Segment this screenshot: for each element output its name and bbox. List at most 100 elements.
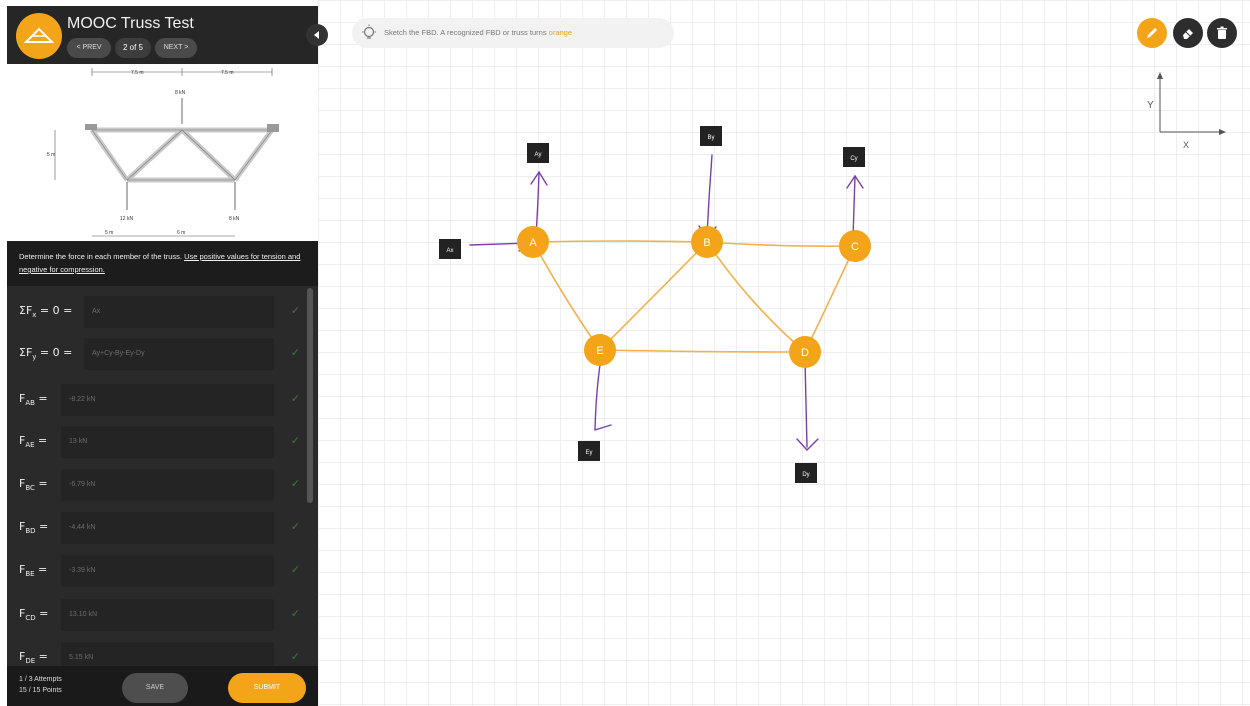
check-icon: ✓ bbox=[290, 478, 300, 490]
answer-field[interactable]: 13 kN bbox=[61, 426, 274, 458]
equation-label-suffix: = 0 = bbox=[36, 304, 73, 317]
points-count: 15 / 15 Points bbox=[19, 687, 62, 694]
sidebar-header: MOOC Truss Test < PREV 2 of 5 NEXT > bbox=[7, 6, 318, 64]
equation-list: ΣFx = 0 = Ax ✓ ΣFy = 0 = Ay+Cy-By-Ey-Dy ✓ FA… bbox=[7, 286, 318, 674]
node-b[interactable]: B bbox=[691, 226, 723, 258]
equation-label-subscript: DE bbox=[25, 657, 36, 666]
dim-label: 5 m bbox=[47, 152, 55, 158]
collapse-sidebar-button[interactable] bbox=[306, 24, 328, 46]
sidebar: MOOC Truss Test < PREV 2 of 5 NEXT > 7.5… bbox=[7, 6, 318, 706]
instructions-text: Determine the force in each member of th… bbox=[19, 252, 185, 261]
force-label-cy[interactable]: Cy bbox=[843, 147, 865, 167]
equation-label: ΣFy = 0 = bbox=[19, 346, 72, 361]
equation-row: FBE = -3.39 kN ✓ bbox=[14, 553, 314, 589]
check-icon: ✓ bbox=[290, 347, 300, 359]
equation-label-subscript: BC bbox=[25, 484, 35, 493]
equation-row: ΣFx = 0 = Ax ✓ bbox=[14, 294, 314, 330]
equation-label-suffix: = bbox=[35, 650, 48, 663]
collapse-chevron-icon bbox=[314, 31, 319, 39]
equation-label: FCD = bbox=[19, 607, 48, 622]
force-label-dy[interactable]: Dy bbox=[795, 463, 817, 483]
equation-label-suffix: = 0 = bbox=[36, 346, 73, 359]
node-a[interactable]: A bbox=[517, 226, 549, 258]
node-e[interactable]: E bbox=[584, 334, 616, 366]
trash-tool-button[interactable] bbox=[1207, 18, 1237, 48]
trash-icon bbox=[1217, 26, 1227, 39]
check-icon: ✓ bbox=[290, 435, 300, 447]
node-d[interactable]: D bbox=[789, 336, 821, 368]
node-label: D bbox=[801, 347, 809, 359]
answer-field[interactable]: -6.79 kN bbox=[61, 469, 274, 501]
sidebar-footer: 1 / 3 Attempts 15 / 15 Points SAVE SUBMI… bbox=[7, 666, 318, 706]
equation-label: FBC = bbox=[19, 477, 48, 492]
force-label-text: Ay bbox=[535, 152, 542, 158]
attempts-count: 1 / 3 Attempts bbox=[19, 676, 62, 683]
equation-label: FDE = bbox=[19, 650, 48, 665]
equation-label: ΣFx = 0 = bbox=[19, 304, 72, 319]
check-icon: ✓ bbox=[290, 305, 300, 317]
prev-button[interactable]: < PREV bbox=[67, 38, 111, 58]
equation-label-suffix: = bbox=[34, 434, 48, 447]
force-label-ax[interactable]: Ax bbox=[439, 239, 461, 259]
equation-label-subscript: BD bbox=[25, 527, 36, 536]
next-button[interactable]: NEXT > bbox=[155, 38, 197, 58]
equation-label-base: ΣF bbox=[19, 304, 33, 317]
check-icon: ✓ bbox=[290, 393, 300, 405]
equation-row: ΣFy = 0 = Ay+Cy-By-Ey-Dy ✓ bbox=[14, 336, 314, 372]
lightbulb-icon bbox=[362, 24, 376, 39]
node-label: B bbox=[703, 237, 710, 249]
problem-figure: 7.5 m 7.5 m 8 kN 5 m 12 kN 8 kN 5 m 6 m bbox=[7, 64, 318, 241]
drawing-canvas[interactable] bbox=[318, 0, 1250, 706]
force-label-ey[interactable]: Ey bbox=[578, 441, 600, 461]
answer-field[interactable]: -3.39 kN bbox=[61, 555, 274, 587]
hint-highlight: orange bbox=[548, 28, 573, 37]
scrollbar[interactable] bbox=[307, 288, 313, 503]
submit-button[interactable]: SUBMIT bbox=[228, 673, 306, 703]
equation-label: FBD = bbox=[19, 520, 48, 535]
equation-label-base: ΣF bbox=[19, 346, 33, 359]
dim-label: 6 m bbox=[177, 230, 185, 236]
equation-label-suffix: = bbox=[34, 392, 48, 405]
pencil-icon bbox=[1147, 28, 1157, 38]
equation-label-suffix: = bbox=[35, 520, 49, 533]
eraser-tool-button[interactable] bbox=[1173, 18, 1203, 48]
check-icon: ✓ bbox=[290, 608, 300, 620]
equation-label-suffix: = bbox=[34, 563, 48, 576]
equation-row: FBC = -6.79 kN ✓ bbox=[14, 467, 314, 503]
logo-icon bbox=[16, 13, 62, 59]
check-icon: ✓ bbox=[290, 564, 300, 576]
force-label-text: By bbox=[707, 135, 714, 141]
equation-label-suffix: = bbox=[34, 477, 48, 490]
app-title: MOOC Truss Test bbox=[67, 15, 194, 32]
equation-label: FBE = bbox=[19, 563, 47, 578]
dim-label: 5 m bbox=[105, 230, 113, 236]
equation-label-subscript: BE bbox=[25, 570, 35, 579]
force-label-text: Ey bbox=[585, 450, 592, 456]
answer-field[interactable]: Ax bbox=[84, 296, 274, 328]
node-label: E bbox=[596, 345, 603, 357]
equation-label-subscript: AE bbox=[25, 441, 35, 450]
equation-label-suffix: = bbox=[35, 607, 49, 620]
load-label: 8 kN bbox=[175, 90, 186, 96]
force-label-text: Ax bbox=[446, 248, 453, 254]
answer-field[interactable]: -8.22 kN bbox=[61, 384, 274, 416]
equation-label-subscript: CD bbox=[25, 614, 36, 623]
node-label: C bbox=[851, 241, 859, 253]
hint-text: Sketch the FBD. A recognized FBD or trus… bbox=[384, 28, 549, 37]
pencil-tool-button[interactable] bbox=[1137, 18, 1167, 48]
dim-label: 7.5 m bbox=[131, 70, 144, 76]
answer-field[interactable]: Ay+Cy-By-Ey-Dy bbox=[84, 338, 274, 370]
check-icon: ✓ bbox=[290, 651, 300, 663]
answer-field[interactable]: 13.10 kN bbox=[61, 599, 274, 631]
equation-label: FAE = bbox=[19, 434, 47, 449]
answer-field[interactable]: -4.44 kN bbox=[61, 512, 274, 544]
instructions: Determine the force in each member of th… bbox=[7, 242, 318, 286]
equation-row: FBD = -4.44 kN ✓ bbox=[14, 510, 314, 546]
page-indicator: 2 of 5 bbox=[115, 38, 151, 58]
force-label-by[interactable]: By bbox=[700, 126, 722, 146]
attempts-info: 1 / 3 Attempts 15 / 15 Points bbox=[19, 674, 62, 696]
equation-label-subscript: AB bbox=[25, 399, 35, 408]
save-button[interactable]: SAVE bbox=[122, 673, 188, 703]
node-c[interactable]: C bbox=[839, 230, 871, 262]
force-label-ay[interactable]: Ay bbox=[527, 143, 549, 163]
